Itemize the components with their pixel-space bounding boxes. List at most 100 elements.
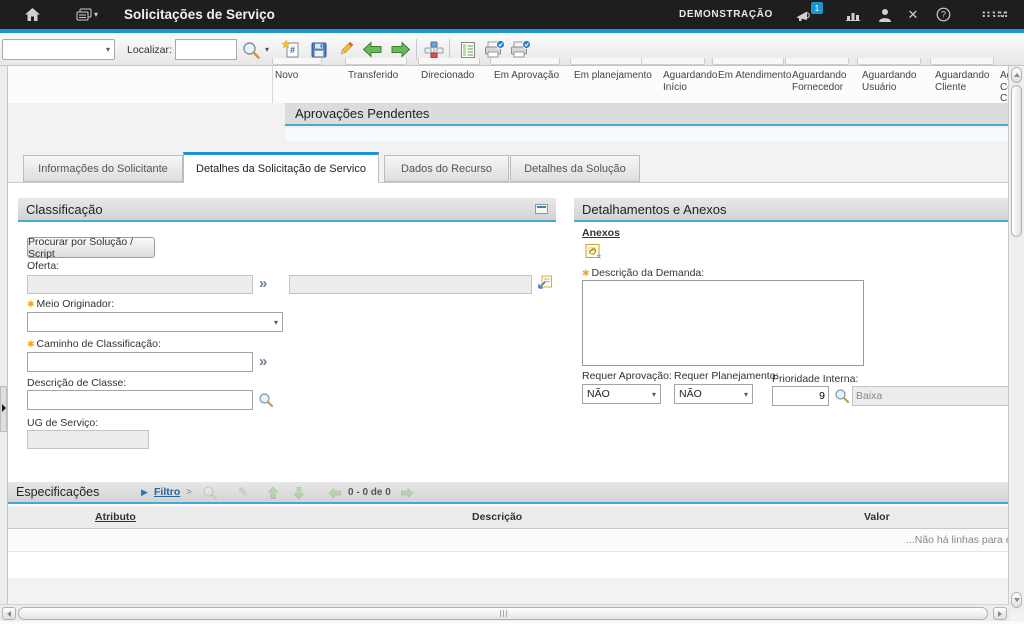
go-to-applications-icon[interactable]: ▾: [72, 0, 102, 29]
environment-label: DEMONSTRAÇÃO: [679, 9, 773, 20]
meio-originador-label-text: Meio Originador:: [37, 298, 115, 310]
filtro-link[interactable]: Filtro: [154, 486, 180, 498]
attachments-icon[interactable]: [584, 242, 602, 265]
pending-approvals-header: Aprovações Pendentes: [285, 103, 1008, 126]
profile-icon[interactable]: [875, 0, 895, 29]
status-flow-separator: [272, 66, 273, 103]
triangle-left-icon: [7, 611, 11, 617]
status-label: Novo: [275, 70, 327, 82]
empty-table-message: ...Não há linhas para exibir...: [906, 534, 1008, 546]
column-header-descricao: Descrição: [472, 511, 522, 523]
column-header-valor: Valor: [864, 511, 890, 523]
toolbar-separator: [416, 39, 417, 60]
status-label: Aguardando Início: [663, 70, 725, 93]
scroll-left-button[interactable]: [2, 607, 16, 620]
chevron-down-icon: ▾: [265, 45, 269, 54]
record-select[interactable]: ▾: [2, 39, 115, 60]
status-label: Aguardando Fornecedor: [792, 70, 856, 93]
triangle-down-icon: [1014, 598, 1020, 602]
prioridade-descricao-value: Baixa: [856, 390, 882, 402]
select-value-icon[interactable]: [536, 274, 553, 296]
home-icon[interactable]: [20, 0, 44, 29]
column-header-atributo[interactable]: Atributo: [95, 511, 136, 523]
tab-detalhes-solucao[interactable]: Detalhes da Solução: [510, 155, 640, 182]
descricao-demanda-textarea[interactable]: [582, 280, 864, 366]
close-icon[interactable]: ✕: [903, 0, 923, 29]
pagination-label: 0 - 0 de 0: [348, 487, 391, 498]
ibm-logo: IBM: [982, 7, 1009, 22]
prioridade-interna-field[interactable]: [772, 386, 829, 406]
vertical-scrollbar[interactable]: [1008, 66, 1024, 612]
descricao-classe-field[interactable]: [27, 390, 253, 410]
descricao-classe-label-text: Descrição de Classe:: [27, 377, 126, 389]
close-glyph: ✕: [908, 7, 919, 23]
requer-planejamento-label-text: Requer Planejamento:: [674, 370, 778, 382]
status-chevron-stub: [857, 58, 921, 65]
status-chevron-stub: [930, 58, 994, 65]
search-input[interactable]: [175, 39, 237, 60]
help-icon[interactable]: ?: [933, 0, 953, 29]
next-row-icon: [292, 487, 306, 502]
procurar-solucao-button[interactable]: Procurar por Solução / Script: [27, 237, 155, 258]
previous-page-icon: [328, 487, 342, 502]
detail-menu-chevron-icon[interactable]: »: [259, 277, 267, 291]
oferta-label-text: Oferta:: [27, 260, 59, 272]
ug-servico-label: UG de Serviço:: [27, 417, 98, 429]
detalhamentos-section-header: Detalhamentos e Anexos: [574, 198, 1008, 222]
anexos-link[interactable]: Anexos: [582, 227, 620, 239]
app-header: ▾ Solicitações de Serviço DEMONSTRAÇÃO 1…: [0, 0, 1024, 29]
edit-filter-icon: ✎: [238, 485, 248, 499]
scroll-up-button[interactable]: [1011, 67, 1022, 83]
filter-expander-icon[interactable]: ▶: [141, 487, 148, 498]
tab-informacoes-solicitante[interactable]: Informações do Solicitante: [23, 155, 183, 182]
notification-badge: 1: [811, 2, 823, 14]
classificacao-title: Classificação: [26, 202, 103, 217]
status-chevron-stub: [345, 58, 407, 65]
horizontal-scrollbar-thumb[interactable]: [18, 607, 988, 620]
especificacoes-table-header: Atributo Descrição Valor: [8, 506, 1008, 529]
main-content: Novo Transferido Direcionado Em Aprovaçã…: [8, 66, 1008, 604]
announcements-icon[interactable]: 1: [793, 0, 815, 29]
meio-originador-select[interactable]: ▾: [27, 312, 283, 332]
status-chevron-stub: [641, 58, 705, 65]
triangle-up-icon: [1014, 73, 1020, 77]
chevron-down-icon: ▾: [652, 390, 656, 399]
required-marker: ✱: [27, 339, 35, 349]
caminho-classificacao-field[interactable]: [27, 352, 253, 372]
minimize-section-icon[interactable]: [535, 204, 548, 214]
status-chevron-stub: [490, 58, 560, 65]
next-page-icon: [400, 487, 414, 502]
chevron-down-icon: ▾: [94, 10, 98, 19]
chevron-down-icon: ▾: [744, 390, 748, 399]
long-description-search-icon[interactable]: [258, 392, 274, 413]
scrollbar-grip: [503, 610, 504, 617]
svg-text:#: #: [290, 45, 295, 55]
tab-detalhes-solicitacao[interactable]: Detalhes da Solicitação de Servico: [183, 152, 379, 183]
page-title: Solicitações de Serviço: [124, 7, 275, 22]
previous-row-icon: [266, 487, 280, 502]
requer-aprovacao-select[interactable]: NÃO ▾: [582, 384, 661, 404]
requer-planejamento-select[interactable]: NÃO ▾: [674, 384, 753, 404]
oferta-field: [27, 275, 253, 294]
especificacoes-title: Especificações: [16, 485, 99, 499]
oferta-label: Oferta:: [27, 260, 59, 272]
vertical-scrollbar-thumb[interactable]: [1011, 85, 1022, 237]
horizontal-scrollbar[interactable]: [0, 604, 1010, 621]
requer-aprovacao-label-text: Requer Aprovação:: [582, 370, 672, 382]
descricao-demanda-label: ✱Descrição da Demanda:: [582, 267, 704, 279]
scroll-down-button[interactable]: [1011, 592, 1022, 608]
status-label: Em Aprovação: [494, 70, 572, 82]
scroll-right-button[interactable]: [993, 607, 1007, 620]
tab-dados-recurso[interactable]: Dados do Recurso: [384, 155, 509, 182]
status-chevron-stub: [272, 58, 322, 65]
reports-chart-icon[interactable]: [843, 0, 863, 29]
status-label: Direcionado: [421, 70, 491, 82]
status-label: Aguardando Usuário: [862, 70, 926, 93]
detail-menu-chevron-icon[interactable]: »: [259, 355, 267, 369]
chevron-right-icon: >: [186, 487, 192, 498]
tab-label: Informações do Solicitante: [38, 163, 168, 175]
expand-panel-icon[interactable]: [2, 404, 6, 412]
localizar-label: Localizar:: [127, 44, 172, 56]
prioridade-search-icon[interactable]: [834, 388, 850, 409]
required-marker: ✱: [27, 299, 35, 309]
